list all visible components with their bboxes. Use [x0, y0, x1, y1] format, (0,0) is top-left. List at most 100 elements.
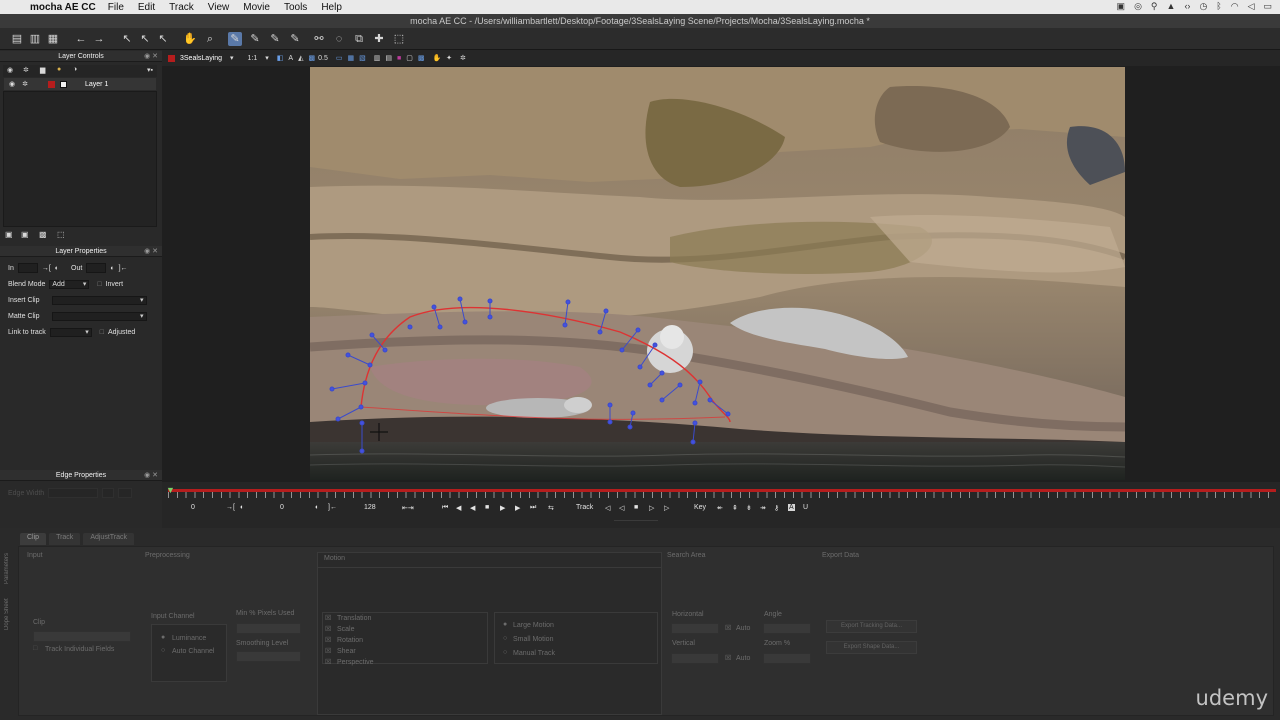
track-backward-icon[interactable]: ◁	[605, 504, 610, 512]
alpha-icon[interactable]: A	[288, 55, 293, 62]
pin-icon[interactable]: ⚲	[1151, 1, 1158, 12]
side-tab-parameters[interactable]: Parameters	[4, 536, 13, 584]
bluetooth-icon[interactable]: ᛒ	[1216, 1, 1221, 12]
viewer[interactable]	[162, 66, 1280, 482]
next-key-icon[interactable]: ↠	[760, 504, 766, 512]
scale-checkbox[interactable]: ☒	[325, 625, 331, 633]
app-menu[interactable]: mocha AE CC	[30, 2, 96, 13]
zoom-tool-icon[interactable]: ⌕	[203, 32, 217, 46]
set-in-icon[interactable]: →[	[42, 265, 51, 272]
sync-icon[interactable]: ◎	[1134, 1, 1142, 12]
shear-checkbox[interactable]: ☒	[325, 647, 331, 655]
key-lock-icon[interactable]: U	[803, 504, 808, 511]
menu-track[interactable]: Track	[169, 2, 194, 13]
track-forward-icon[interactable]: ▷	[664, 504, 669, 512]
matte-clip-dropdown[interactable]	[51, 311, 147, 321]
layer-options-icon[interactable]: ▾▪	[147, 66, 153, 74]
hand-tool-icon[interactable]: ✋	[183, 32, 197, 46]
link-to-track-dropdown[interactable]	[49, 327, 92, 337]
key-options-icon[interactable]: ⚷	[774, 504, 779, 512]
step-forward-icon[interactable]: ▶	[515, 504, 520, 512]
menu-view[interactable]: View	[208, 2, 230, 13]
stabilize-icon[interactable]: ▤	[385, 54, 392, 62]
color-icon[interactable]: ●	[57, 66, 61, 73]
add-bezier-icon[interactable]: ✎	[288, 32, 302, 46]
eye-icon[interactable]: ◉	[7, 66, 13, 74]
out-field[interactable]	[86, 263, 107, 273]
matte-preview-icon[interactable]: ■	[397, 55, 401, 62]
vertical-auto-checkbox[interactable]: ☒	[725, 654, 731, 662]
code-icon[interactable]: ‹›	[1184, 1, 1190, 12]
new-project-icon[interactable]: ▤	[10, 32, 24, 46]
edge-width-spin[interactable]	[102, 488, 115, 498]
end-frame-value[interactable]: 128	[364, 504, 376, 511]
stop-icon[interactable]: ■	[485, 504, 489, 511]
clip-name-dropdown[interactable]: 3SealsLaying	[180, 55, 222, 62]
zoom-dropdown[interactable]: 1:1	[248, 55, 258, 62]
show-layer-outlines-icon[interactable]: ▭	[336, 54, 343, 62]
redo-icon[interactable]: →	[92, 32, 106, 46]
invert-checkbox[interactable]: □	[97, 281, 101, 288]
zoom-range-icon[interactable]: ⇤⇥	[402, 504, 414, 512]
opacity-icon[interactable]: ▩	[308, 54, 315, 62]
delete-layer-icon[interactable]: ▩	[39, 230, 47, 239]
playhead-icon[interactable]: ▼	[166, 485, 175, 495]
set-out-icon[interactable]: ]←	[119, 265, 128, 272]
gear-icon[interactable]: ✲	[23, 66, 29, 74]
min-pixels-field[interactable]	[236, 623, 301, 634]
grid-icon[interactable]: ▥	[374, 54, 381, 62]
smoothing-level-field[interactable]	[236, 651, 301, 662]
auto-channel-radio[interactable]: ○	[161, 647, 165, 654]
set-out-point-icon[interactable]: ]←	[328, 504, 337, 511]
add-key-icon[interactable]: ⇞	[732, 504, 738, 512]
menu-edit[interactable]: Edit	[138, 2, 155, 13]
timer-icon[interactable]: ◷	[1199, 1, 1207, 12]
overlay-mode-icon[interactable]: ▢	[406, 54, 413, 62]
duplicate-layer-icon[interactable]: ▣	[21, 230, 29, 239]
horizontal-auto-checkbox[interactable]: ☒	[725, 624, 731, 632]
out-keyframe-icon[interactable]: ◐	[110, 265, 114, 272]
hand-view-icon[interactable]: ✋	[432, 54, 441, 62]
timeline-ticks[interactable]	[168, 492, 1276, 498]
save-project-icon[interactable]: ▦	[46, 32, 60, 46]
vertical-field[interactable]	[671, 653, 719, 664]
tab-clip[interactable]: Clip	[20, 533, 47, 545]
perspective-checkbox[interactable]: ☒	[325, 658, 331, 666]
clip-dropdown-arrow[interactable]: ▾	[230, 54, 234, 62]
volume-icon[interactable]: ◁	[1248, 1, 1255, 12]
battery-icon[interactable]: ▭	[1263, 1, 1272, 12]
layer-properties-controls-icon[interactable]: ◉ ✕	[144, 246, 158, 257]
translation-checkbox[interactable]: ☒	[325, 614, 331, 622]
lasso-icon[interactable]: ◌	[332, 32, 346, 46]
layer-matte-swatch[interactable]	[60, 80, 67, 88]
opacity-value[interactable]: 0.5	[318, 55, 328, 62]
set-in-point-icon[interactable]: →[	[226, 504, 235, 511]
link-icon[interactable]: ⚯	[312, 32, 326, 46]
in-point-keyframe-icon[interactable]: ◐	[240, 504, 244, 511]
blend-mode-dropdown[interactable]: Add	[49, 279, 90, 289]
transform-icon[interactable]: ⧉	[352, 32, 366, 46]
open-project-icon[interactable]: ▥	[28, 32, 42, 46]
go-to-start-icon[interactable]: ⏮	[442, 504, 448, 512]
insert-clip-dropdown[interactable]	[51, 295, 147, 305]
rotation-checkbox[interactable]: ☒	[325, 636, 331, 644]
bezier-tool-icon[interactable]: ✎	[268, 32, 282, 46]
wifi-icon[interactable]: ◠	[1231, 1, 1239, 12]
menu-movie[interactable]: Movie	[243, 2, 270, 13]
go-to-end-icon[interactable]: ⏭	[530, 504, 536, 512]
clip-dropdown[interactable]	[33, 631, 131, 642]
fit-icon[interactable]: ▩	[418, 54, 425, 62]
layer-merge-icon[interactable]: ⬚	[57, 230, 65, 239]
show-surface-icon[interactable]: ▧	[359, 54, 366, 62]
add-point-icon[interactable]: ↖	[156, 32, 170, 46]
xspline-tool-icon[interactable]: ✎	[228, 32, 242, 46]
zoom-dropdown-arrow[interactable]: ▾	[265, 54, 269, 62]
play-backward-icon[interactable]: ◀	[470, 504, 475, 512]
menu-file[interactable]: File	[108, 2, 124, 13]
pointer-view-icon[interactable]: ✦	[446, 54, 452, 62]
settings-view-icon[interactable]: ✲	[460, 54, 466, 62]
layer-row[interactable]: ◉ ✲ Layer 1	[4, 78, 156, 90]
menu-tools[interactable]: Tools	[284, 2, 307, 13]
menu-help[interactable]: Help	[321, 2, 342, 13]
edge-width-extra[interactable]	[118, 488, 133, 498]
